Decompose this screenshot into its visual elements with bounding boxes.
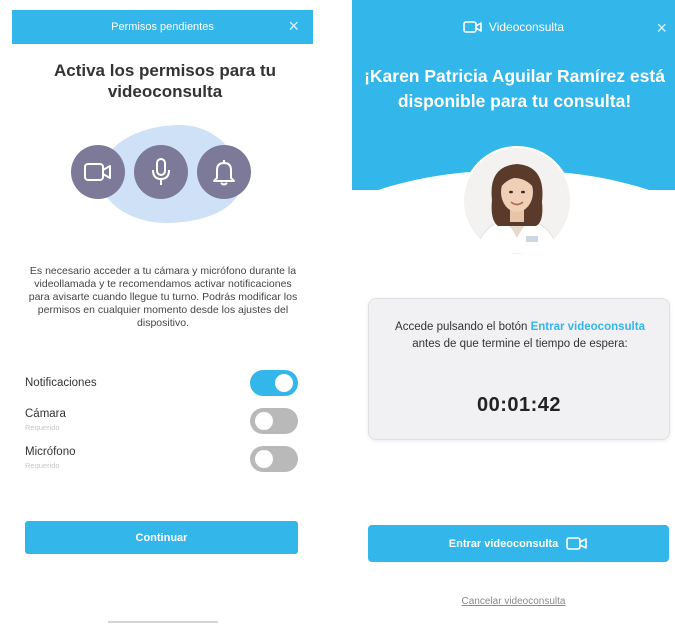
continue-button[interactable]: Continuar (25, 521, 298, 554)
toggle-knob (275, 374, 293, 392)
video-camera-icon (463, 21, 482, 33)
camera-icon (71, 145, 125, 199)
videoconsulta-header: Videoconsulta (352, 20, 675, 34)
card-text-before: Accede pulsando el botón (395, 321, 531, 333)
microphone-toggle[interactable] (250, 446, 298, 472)
close-icon[interactable]: × (288, 17, 299, 35)
doctor-avatar (464, 148, 570, 254)
enter-button-label: Entrar videoconsulta (448, 537, 559, 550)
card-text-after: antes de que termine el tiempo de espera… (412, 338, 628, 350)
card-instructions: Accede pulsando el botón Entrar videocon… (389, 319, 651, 353)
home-indicator (108, 621, 218, 623)
microphone-icon (134, 145, 188, 199)
doctor-available-title: ¡Karen Patricia Aguilar Ramírez está dis… (364, 66, 665, 111)
enter-videoconsulta-link[interactable]: Entrar videoconsulta (531, 321, 645, 333)
enter-videoconsulta-button[interactable]: Entrar videoconsulta (368, 525, 669, 562)
permission-label-microphone: Micrófono (25, 446, 76, 458)
permission-label-notifications: Notificaciones (25, 377, 97, 389)
header-title: Videoconsulta (488, 20, 565, 34)
cancel-videoconsulta-link[interactable]: Cancelar videoconsulta (352, 596, 675, 607)
toggle-knob (255, 450, 273, 468)
videoconsulta-screen: Videoconsulta × ¡Karen Patricia Aguilar … (352, 0, 675, 625)
permission-label-camera: Cámara (25, 408, 66, 420)
waiting-card: Accede pulsando el botón Entrar videocon… (368, 298, 670, 440)
permission-sublabel-microphone: Requerido (25, 461, 60, 470)
close-icon[interactable]: × (656, 18, 667, 39)
camera-toggle[interactable] (250, 408, 298, 434)
countdown-timer: 00:01:42 (476, 394, 562, 416)
permissions-header: Permisos pendientes × (12, 10, 313, 44)
permission-sublabel-camera: Requerido (25, 423, 60, 432)
video-camera-icon (566, 537, 588, 550)
header-title: Permisos pendientes (111, 21, 214, 33)
permissions-screen: Permisos pendientes × Activa los permiso… (0, 0, 330, 625)
permissions-description: Es necesario acceder a tu cámara y micró… (28, 265, 298, 329)
notifications-toggle[interactable] (250, 370, 298, 396)
toggle-knob (255, 412, 273, 430)
page-title: Activa los permisos para tu videoconsult… (53, 61, 277, 101)
bell-icon (197, 145, 251, 199)
